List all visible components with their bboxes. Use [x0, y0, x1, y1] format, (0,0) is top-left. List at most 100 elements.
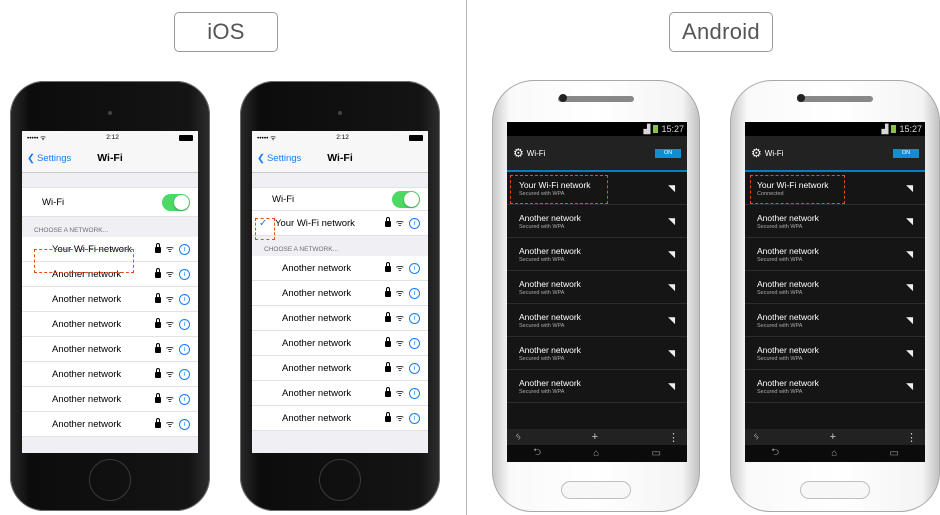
ios-label: iOS [174, 12, 278, 52]
network-row[interactable]: Another network Secured with WPA ◥ [745, 205, 925, 238]
iphone-speaker [108, 111, 112, 115]
network-row[interactable]: Another network Secured with WPA ◥ [745, 337, 925, 370]
back-nav-icon[interactable]: ⮌ [771, 445, 779, 462]
ios-carrier: ••••• ᯤ [27, 135, 47, 142]
wifi-toggle[interactable] [392, 190, 420, 208]
back-label: Settings [266, 152, 302, 164]
network-row[interactable]: Another network ᯤ i [22, 412, 198, 437]
network-row[interactable]: Another network Secured with WPA ◥ [507, 271, 687, 304]
network-row[interactable]: Another network Secured with WPA ◥ [507, 370, 687, 403]
recents-nav-icon[interactable]: ▭ [651, 448, 660, 459]
wifi-toggle[interactable] [162, 193, 190, 211]
back-button[interactable]: ❮ Settings [257, 153, 301, 164]
info-icon[interactable]: i [409, 312, 420, 324]
wifi-signal-icon: ᯤ [165, 318, 174, 329]
home-button[interactable] [89, 459, 131, 501]
network-row[interactable]: Another network ᯤ i [252, 356, 428, 381]
network-name: Another network [52, 343, 122, 355]
info-icon[interactable]: i [409, 262, 420, 274]
network-name: Another network [757, 212, 819, 223]
wifi-signal-icon: ◥ [668, 314, 675, 325]
network-name: Another network [52, 368, 122, 380]
wifi-toggle-label: Wi-Fi [272, 193, 295, 205]
info-icon[interactable]: i [409, 337, 420, 349]
wifi-signal-icon: ᯤ [395, 287, 404, 298]
network-row[interactable]: Another network Secured with WPA ◥ [507, 205, 687, 238]
info-icon[interactable]: i [179, 268, 190, 280]
network-row[interactable]: Another network ᯤ i [22, 287, 198, 312]
network-name: Another network [757, 311, 819, 322]
network-row[interactable]: Another network Secured with WPA ◥ [507, 238, 687, 271]
network-row[interactable]: Another network ᯤ i [252, 331, 428, 356]
info-icon[interactable]: i [409, 412, 420, 424]
network-row[interactable]: Another network ᯤ i [22, 312, 198, 337]
back-nav-icon[interactable]: ⮌ [533, 445, 541, 462]
network-row[interactable]: Another network Secured with WPA ◥ [745, 370, 925, 403]
wifi-signal-icon: ◥ [906, 347, 913, 358]
wifi-toggle-label: Wi-Fi [42, 196, 65, 208]
info-icon[interactable]: i [179, 318, 190, 330]
network-name: Another network [52, 293, 122, 305]
network-status: Secured with WPA [519, 223, 565, 230]
home-button[interactable] [561, 481, 631, 499]
android-time: 15:27 [899, 124, 922, 134]
wps-icon[interactable]: ᛃ [515, 431, 522, 443]
android-bottom-bar: ᛃ + ⋮ ⮌ ⌂ ▭ [507, 429, 687, 462]
wifi-switch[interactable]: ON [655, 148, 681, 158]
wifi-switch[interactable]: ON [893, 148, 919, 158]
network-row[interactable]: Another network Secured with WPA ◥ [507, 304, 687, 337]
wifi-signal-icon: ◥ [906, 281, 913, 292]
home-nav-icon[interactable]: ⌂ [831, 448, 837, 459]
info-icon[interactable]: i [179, 368, 190, 380]
signal-icon: ▟ [881, 123, 889, 134]
network-row[interactable]: Another network ᯤ i [22, 387, 198, 412]
gear-icon[interactable]: ⚙ [513, 146, 524, 160]
info-icon[interactable]: i [179, 393, 190, 405]
network-row[interactable]: Another network ᯤ i [252, 406, 428, 431]
wifi-signal-icon: ᯤ [395, 337, 404, 348]
recents-nav-icon[interactable]: ▭ [889, 448, 898, 459]
info-icon[interactable]: i [409, 362, 420, 374]
battery-icon [653, 125, 659, 133]
network-row[interactable]: Another network ᯤ i [252, 306, 428, 331]
info-icon[interactable]: i [179, 243, 190, 255]
network-row[interactable]: Another network ᯤ i [252, 381, 428, 406]
info-icon[interactable]: i [409, 287, 420, 299]
network-row[interactable]: Another network Secured with WPA ◥ [745, 271, 925, 304]
network-row[interactable]: Another network Secured with WPA ◥ [745, 238, 925, 271]
wifi-signal-icon: ◥ [668, 248, 675, 259]
wps-icon[interactable]: ᛃ [753, 431, 760, 443]
ios-time: 2:12 [336, 134, 349, 141]
network-row[interactable]: Another network ᯤ i [22, 362, 198, 387]
info-icon[interactable]: i [179, 418, 190, 430]
add-network-icon[interactable]: + [830, 431, 836, 443]
wifi-signal-icon: ◥ [668, 182, 675, 193]
wifi-signal-icon: ◥ [668, 347, 675, 358]
network-row[interactable]: Another network ᯤ i [252, 281, 428, 306]
network-status: Secured with WPA [519, 256, 565, 263]
network-row[interactable]: Another network Secured with WPA ◥ [507, 337, 687, 370]
home-button[interactable] [800, 481, 870, 499]
info-icon[interactable]: i [179, 343, 190, 355]
android-action-bar: ⚙ Wi-Fi ON [507, 136, 687, 172]
add-network-icon[interactable]: + [592, 431, 598, 443]
connected-network-row[interactable]: ✓ Your Wi-Fi network ᯤi [252, 211, 428, 236]
overflow-menu-icon[interactable]: ⋮ [906, 431, 917, 444]
network-row[interactable]: Another network ᯤ i [22, 337, 198, 362]
lock-icon [384, 262, 391, 272]
overflow-menu-icon[interactable]: ⋮ [668, 431, 679, 444]
info-icon[interactable]: i [179, 293, 190, 305]
home-nav-icon[interactable]: ⌂ [593, 448, 599, 459]
info-icon[interactable]: i [409, 387, 420, 399]
back-button[interactable]: ❮ Settings [27, 153, 71, 164]
wifi-signal-icon: ᯤ [165, 268, 174, 279]
info-icon[interactable]: i [409, 217, 420, 229]
network-row[interactable]: Another network Secured with WPA ◥ [745, 304, 925, 337]
ios-nav-bar: ❮ Settings Wi-Fi [22, 144, 198, 173]
wifi-signal-icon: ᯤ [395, 362, 404, 373]
network-row[interactable]: Another network ᯤ i [252, 256, 428, 281]
home-button[interactable] [319, 459, 361, 501]
network-name: Another network [52, 318, 122, 330]
gear-icon[interactable]: ⚙ [751, 146, 762, 160]
chevron-left-icon: ❮ [27, 152, 35, 164]
